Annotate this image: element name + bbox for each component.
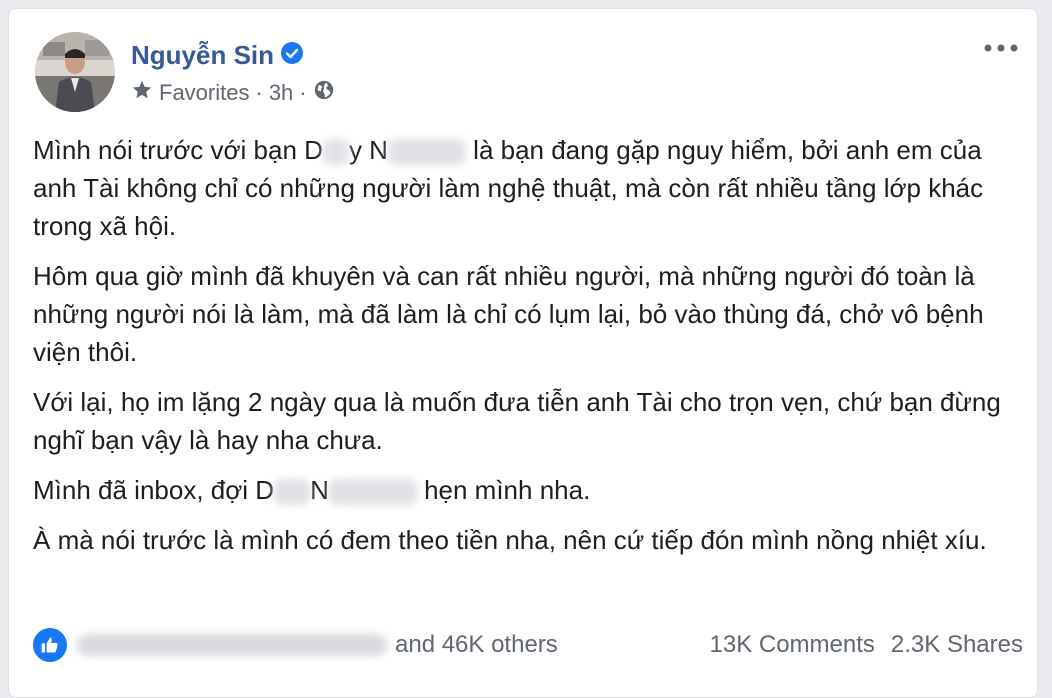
- post-text: hẹn mình nha.: [416, 475, 591, 505]
- redacted-text: [387, 139, 466, 166]
- post-time[interactable]: 3h: [269, 80, 293, 106]
- more-options-icon[interactable]: [981, 35, 1021, 61]
- post-meta: Favorites · 3h ·: [131, 79, 335, 107]
- post-text: y N: [348, 135, 388, 165]
- avatar-photo: [35, 32, 115, 112]
- shares-count[interactable]: 2.3K Shares: [891, 631, 1023, 659]
- redacted-text: [274, 479, 311, 506]
- post-paragraph: Mình đã inbox, đợi D N hẹn mình nha.: [33, 471, 1023, 509]
- globe-icon[interactable]: [313, 79, 335, 107]
- post-text: Mình nói trước với bạn D: [33, 135, 323, 165]
- post-card: Nguyễn Sin Favorites · 3h · Mình nói trư…: [8, 8, 1038, 698]
- redacted-reactor-names: [77, 634, 387, 656]
- author-name[interactable]: Nguyễn Sin: [131, 40, 274, 71]
- post-text: Mình đã inbox, đợi D: [33, 475, 275, 505]
- redacted-text: [328, 479, 417, 506]
- avatar[interactable]: [35, 32, 115, 112]
- redacted-text: [322, 139, 349, 166]
- audience-label[interactable]: Favorites: [159, 80, 249, 106]
- comments-count[interactable]: 13K Comments: [710, 631, 875, 659]
- post-text: N: [310, 475, 329, 505]
- post-paragraph: À mà nói trước là mình có đem theo tiền …: [33, 525, 987, 555]
- author-row: Nguyễn Sin: [131, 40, 304, 71]
- post-paragraph: Mình nói trước với bạn Dy N là bạn đang …: [33, 131, 1023, 245]
- reaction-count[interactable]: and 46K others: [395, 631, 558, 659]
- verified-badge-icon: [280, 41, 304, 70]
- like-thumb-icon[interactable]: [33, 628, 67, 662]
- meta-separator: ·: [255, 80, 263, 105]
- post-paragraph: Hôm qua giờ mình đã khuyên và can rất nh…: [33, 261, 984, 367]
- post-body: Mình nói trước với bạn Dy N là bạn đang …: [33, 131, 1023, 571]
- star-icon: [131, 79, 153, 107]
- reactions-bar: and 46K others 13K Comments 2.3K Shares: [33, 625, 1023, 665]
- meta-separator: ·: [299, 80, 307, 105]
- post-paragraph: Với lại, họ im lặng 2 ngày qua là muốn đ…: [33, 387, 1001, 455]
